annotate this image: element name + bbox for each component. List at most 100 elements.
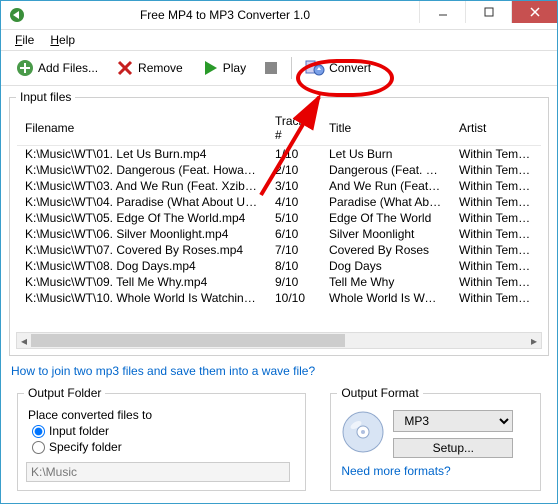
table-row[interactable]: K:\Music\WT\08. Dog Days.mp48/10Dog Days… [17,258,541,274]
cell-title: Dangerous (Feat. How... [321,162,451,178]
cell-file: K:\Music\WT\09. Tell Me Why.mp4 [17,274,267,290]
col-filename[interactable]: Filename [17,111,267,146]
toolbar-separator [291,57,292,79]
table-row[interactable]: K:\Music\WT\05. Edge Of The World.mp45/1… [17,210,541,226]
stop-button[interactable] [257,57,285,79]
output-folder-group: Output Folder Place converted files to I… [17,386,306,491]
add-files-button[interactable]: Add Files... [9,55,105,81]
table-row[interactable]: K:\Music\WT\02. Dangerous (Feat. Howard … [17,162,541,178]
cell-title: Edge Of The World [321,210,451,226]
cell-artist: Within Temptat [451,258,541,274]
col-artist[interactable]: Artist [451,111,541,146]
cell-file: K:\Music\WT\01. Let Us Burn.mp4 [17,146,267,163]
app-icon [9,7,25,23]
col-title[interactable]: Title [321,111,451,146]
add-files-label: Add Files... [38,61,98,75]
cell-file: K:\Music\WT\03. And We Run (Feat. Xzibit… [17,178,267,194]
file-list[interactable]: Filename Track # Title Artist K:\Music\W… [16,110,542,330]
radio-specify-folder-label: Specify folder [49,440,122,454]
cell-artist: Within Temptat [451,178,541,194]
remove-label: Remove [138,61,183,75]
scroll-left-arrow[interactable]: ◂ [17,333,31,348]
bottom-panel: Output Folder Place converted files to I… [1,382,557,503]
cell-file: K:\Music\WT\02. Dangerous (Feat. Howard … [17,162,267,178]
cell-track: 10/10 [267,290,321,306]
scroll-thumb[interactable] [31,334,345,347]
convert-button[interactable]: Convert [298,55,378,81]
folder-path-input [26,462,290,482]
stop-icon [264,61,278,75]
cell-file: K:\Music\WT\07. Covered By Roses.mp4 [17,242,267,258]
table-row[interactable]: K:\Music\WT\01. Let Us Burn.mp41/10Let U… [17,146,541,163]
cell-artist: Within Temptat [451,210,541,226]
table-row[interactable]: K:\Music\WT\03. And We Run (Feat. Xzibit… [17,178,541,194]
maximize-button[interactable] [465,1,511,23]
input-files-group: Input files Filename Track # Title Artis… [9,90,549,356]
menu-help[interactable]: Help [42,31,83,49]
cell-file: K:\Music\WT\05. Edge Of The World.mp4 [17,210,267,226]
cell-title: Paradise (What About ... [321,194,451,210]
cell-artist: Within Temptat [451,146,541,163]
minimize-icon [438,7,448,17]
cd-icon [341,410,385,454]
table-row[interactable]: K:\Music\WT\09. Tell Me Why.mp49/10Tell … [17,274,541,290]
cell-file: K:\Music\WT\04. Paradise (What About Us)… [17,194,267,210]
cell-artist: Within Temptat [451,226,541,242]
table-row[interactable]: K:\Music\WT\07. Covered By Roses.mp47/10… [17,242,541,258]
toolbar: Add Files... Remove Play Convert [1,51,557,86]
cell-track: 6/10 [267,226,321,242]
add-icon [16,59,34,77]
help-link[interactable]: How to join two mp3 files and save them … [1,360,557,382]
cell-title: And We Run (Feat. Xzi... [321,178,451,194]
window-title: Free MP4 to MP3 Converter 1.0 [31,8,419,22]
setup-button[interactable]: Setup... [393,438,513,458]
output-folder-legend: Output Folder [24,386,105,400]
cell-artist: Within Temptat [451,194,541,210]
minimize-button[interactable] [419,1,465,23]
cell-artist: Within Temptat [451,162,541,178]
remove-button[interactable]: Remove [109,55,190,81]
cell-file: K:\Music\WT\06. Silver Moonlight.mp4 [17,226,267,242]
menu-file[interactable]: File [7,31,42,49]
close-icon [530,7,540,17]
output-folder-label: Place converted files to [28,408,299,422]
convert-label: Convert [329,61,371,75]
radio-input-folder[interactable] [32,425,45,438]
cell-track: 3/10 [267,178,321,194]
maximize-icon [484,7,494,17]
close-button[interactable] [511,1,557,23]
window-controls [419,1,557,23]
radio-specify-folder[interactable] [32,441,45,454]
radio-input-folder-label: Input folder [49,424,109,438]
table-row[interactable]: K:\Music\WT\06. Silver Moonlight.mp46/10… [17,226,541,242]
cell-title: Tell Me Why [321,274,451,290]
cell-artist: Within Temptat [451,274,541,290]
convert-icon [305,59,325,77]
horizontal-scrollbar[interactable]: ◂ ▸ [16,332,542,349]
cell-file: K:\Music\WT\08. Dog Days.mp4 [17,258,267,274]
table-row[interactable]: K:\Music\WT\04. Paradise (What About Us)… [17,194,541,210]
cell-title: Whole World Is Watchi... [321,290,451,306]
cell-track: 9/10 [267,274,321,290]
table-row[interactable]: K:\Music\WT\10. Whole World Is Watching … [17,290,541,306]
cell-track: 2/10 [267,162,321,178]
format-select[interactable]: MP3 [393,410,513,432]
more-formats-link[interactable]: Need more formats? [337,462,534,480]
cell-title: Let Us Burn [321,146,451,163]
app-window: Free MP4 to MP3 Converter 1.0 File Help … [0,0,558,504]
remove-icon [116,59,134,77]
titlebar: Free MP4 to MP3 Converter 1.0 [1,1,557,30]
cell-title: Dog Days [321,258,451,274]
cell-title: Covered By Roses [321,242,451,258]
input-files-legend: Input files [16,90,75,104]
cell-artist: Within Temptat [451,290,541,306]
col-track[interactable]: Track # [267,111,321,146]
cell-track: 7/10 [267,242,321,258]
play-label: Play [223,61,246,75]
cell-file: K:\Music\WT\10. Whole World Is Watching … [17,290,267,306]
cell-artist: Within Temptat [451,242,541,258]
scroll-right-arrow[interactable]: ▸ [527,333,541,348]
menubar: File Help [1,30,557,51]
table-header: Filename Track # Title Artist [17,111,541,146]
play-button[interactable]: Play [194,55,253,81]
